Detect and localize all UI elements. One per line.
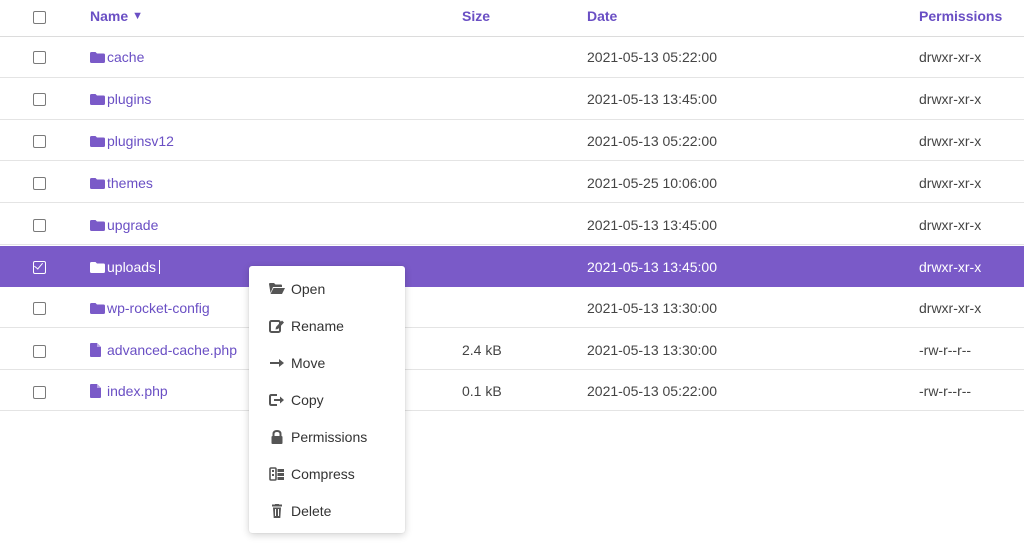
file-permissions: drwxr-xr-x	[919, 259, 982, 275]
size-column-header[interactable]: Size	[462, 8, 490, 24]
file-name[interactable]: advanced-cache.php	[90, 342, 237, 358]
file-date: 2021-05-13 05:22:00	[587, 383, 717, 399]
file-icon	[90, 343, 101, 357]
menu-item-move[interactable]: Move	[269, 355, 325, 371]
file-icon	[90, 384, 101, 398]
file-name[interactable]: index.php	[90, 383, 168, 399]
file-date: 2021-05-13 05:22:00	[587, 49, 717, 65]
arrow-right-icon	[270, 359, 284, 367]
select-all-checkbox[interactable]	[33, 11, 46, 24]
row-checkbox[interactable]	[33, 51, 46, 64]
file-size: 0.1 kB	[462, 383, 502, 399]
file-date: 2021-05-13 13:30:00	[587, 300, 717, 316]
table-row[interactable]: advanced-cache.php 2.4 kB 2021-05-13 13:…	[0, 329, 1024, 370]
table-row[interactable]: upgrade 2021-05-13 13:45:00 drwxr-xr-x	[0, 204, 1024, 245]
file-name[interactable]: plugins	[90, 91, 151, 107]
date-column-header[interactable]: Date	[587, 8, 617, 24]
folder-icon	[90, 51, 105, 63]
row-checkbox[interactable]	[33, 302, 46, 315]
file-date: 2021-05-13 13:45:00	[587, 259, 717, 275]
menu-item-open[interactable]: Open	[269, 281, 325, 297]
table-row[interactable]: themes 2021-05-25 10:06:00 drwxr-xr-x	[0, 162, 1024, 203]
file-permissions: drwxr-xr-x	[919, 91, 982, 107]
table-row-selected[interactable]: uploads 2021-05-13 13:45:00 drwxr-xr-x	[0, 246, 1024, 287]
copy-icon	[269, 394, 284, 406]
lock-icon	[271, 430, 283, 444]
row-checkbox[interactable]	[33, 177, 46, 190]
table-row[interactable]: plugins 2021-05-13 13:45:00 drwxr-xr-x	[0, 79, 1024, 120]
trash-icon	[272, 504, 282, 518]
table-row[interactable]: cache 2021-05-13 05:22:00 drwxr-xr-x	[0, 37, 1024, 78]
sort-desc-icon: ▼	[132, 10, 144, 22]
folder-icon	[90, 177, 105, 189]
file-permissions: drwxr-xr-x	[919, 175, 982, 191]
file-permissions: -rw-r--r--	[919, 383, 972, 399]
file-manager: Name ▼ Size Date Permissions cache 2021-…	[0, 0, 1024, 555]
file-date: 2021-05-13 13:30:00	[587, 342, 717, 358]
folder-open-icon	[269, 283, 285, 294]
row-checkbox[interactable]	[33, 135, 46, 148]
compress-icon	[269, 467, 284, 481]
folder-icon	[90, 93, 105, 105]
file-name[interactable]: pluginsv12	[90, 133, 174, 149]
menu-item-rename[interactable]: Rename	[269, 318, 344, 334]
file-permissions: drwxr-xr-x	[919, 133, 982, 149]
file-name[interactable]: upgrade	[90, 217, 158, 233]
table-header: Name ▼ Size Date Permissions	[0, 0, 1024, 37]
file-date: 2021-05-25 10:06:00	[587, 175, 717, 191]
name-column-header[interactable]: Name ▼	[90, 8, 143, 24]
row-checkbox[interactable]	[33, 219, 46, 232]
folder-icon	[90, 135, 105, 147]
context-menu: Open Rename Move Copy Permissions Compre…	[249, 266, 405, 533]
file-permissions: drwxr-xr-x	[919, 217, 982, 233]
file-date: 2021-05-13 13:45:00	[587, 217, 717, 233]
folder-icon	[90, 302, 105, 314]
row-checkbox[interactable]	[33, 345, 46, 358]
folder-icon	[90, 261, 105, 273]
permissions-column-header[interactable]: Permissions	[919, 8, 1002, 24]
menu-item-permissions[interactable]: Permissions	[269, 429, 367, 445]
text-cursor	[159, 260, 161, 274]
file-name[interactable]: themes	[90, 175, 153, 191]
menu-item-copy[interactable]: Copy	[269, 392, 324, 408]
file-name[interactable]: wp-rocket-config	[90, 300, 210, 316]
table-row[interactable]: pluginsv12 2021-05-13 05:22:00 drwxr-xr-…	[0, 120, 1024, 161]
table-row[interactable]: index.php 0.1 kB 2021-05-13 05:22:00 -rw…	[0, 370, 1024, 411]
table-row[interactable]: wp-rocket-config 2021-05-13 13:30:00 drw…	[0, 287, 1024, 328]
file-size: 2.4 kB	[462, 342, 502, 358]
folder-icon	[90, 219, 105, 231]
file-date: 2021-05-13 13:45:00	[587, 91, 717, 107]
file-name[interactable]: uploads	[90, 259, 161, 275]
file-name[interactable]: cache	[90, 49, 144, 65]
file-date: 2021-05-13 05:22:00	[587, 133, 717, 149]
file-permissions: drwxr-xr-x	[919, 49, 982, 65]
row-checkbox-checked[interactable]	[33, 260, 46, 274]
file-permissions: -rw-r--r--	[919, 342, 972, 358]
row-checkbox[interactable]	[33, 93, 46, 106]
row-checkbox[interactable]	[33, 386, 46, 399]
file-permissions: drwxr-xr-x	[919, 300, 982, 316]
menu-item-delete[interactable]: Delete	[269, 503, 331, 519]
check-icon	[34, 260, 43, 270]
menu-item-compress[interactable]: Compress	[269, 466, 355, 482]
rename-icon	[269, 320, 284, 333]
